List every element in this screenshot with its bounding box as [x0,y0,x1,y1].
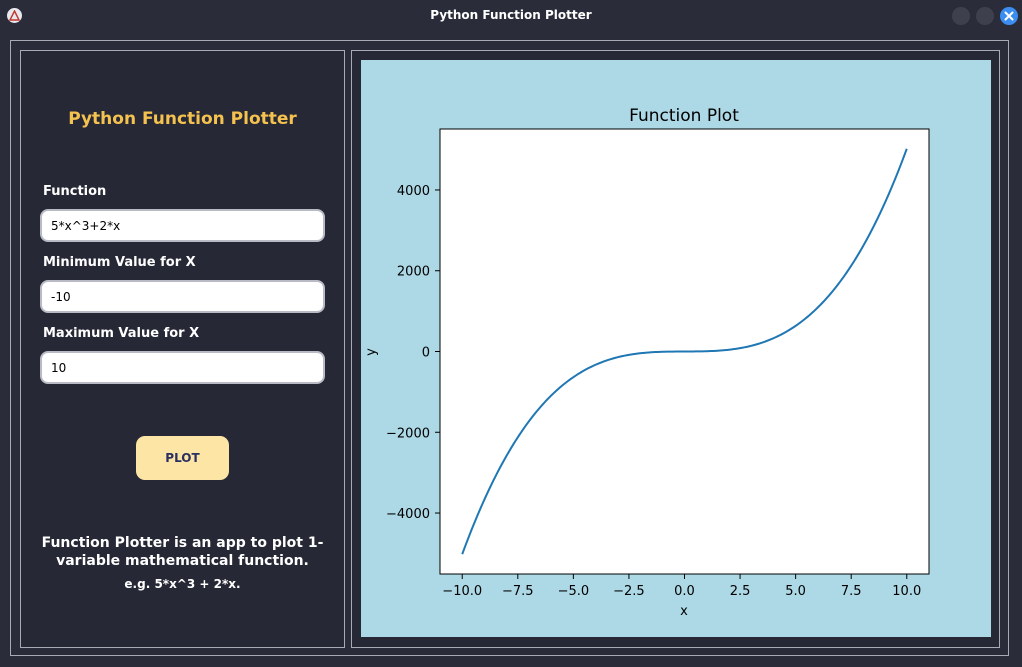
y-tick-label: 2000 [397,265,430,280]
x-tick-label: 2.5 [730,584,751,599]
x-tick-label: 0.0 [674,584,695,599]
panel-title: Python Function Plotter [68,109,297,129]
x-tick-label: −2.5 [613,584,645,599]
y-tick-label: 4000 [397,184,430,199]
chart-title: Function Plot [629,106,739,126]
y-tick-label: −2000 [386,426,430,441]
plot-canvas: Function Plot −10.0 −7.5 −5.0 −2.5 0.0 2.5 5.0… [361,60,991,637]
x-tick-label: 10.0 [892,584,921,599]
function-label: Function [43,184,107,199]
min-x-label: Minimum Value for X [43,255,196,270]
max-x-input[interactable] [40,351,325,384]
x-tick-label: 7.5 [841,584,862,599]
example-text: e.g. 5*x^3 + 2*x. [124,577,241,591]
plot-button[interactable]: PLOT [136,436,229,480]
window-title: Python Function Plotter [430,8,592,22]
app-description: Function Plotter is an app to plot 1-var… [41,535,324,569]
y-tick-label: 0 [422,346,430,361]
x-tick-label: −10.0 [442,584,482,599]
x-axis-label: x [680,604,688,619]
x-tick-label: 5.0 [785,584,806,599]
window-titlebar: Python Function Plotter [0,0,1022,32]
minimize-icon[interactable] [952,7,970,25]
close-icon[interactable] [1000,7,1018,25]
maximize-icon[interactable] [976,7,994,25]
max-x-label: Maximum Value for X [43,326,200,341]
x-tick-label: −5.0 [558,584,590,599]
function-input[interactable] [40,209,325,242]
x-tick-label: −7.5 [502,584,534,599]
function-chart: Function Plot −10.0 −7.5 −5.0 −2.5 0.0 2.5 5.0… [364,106,930,619]
y-tick-label: −4000 [386,507,430,522]
min-x-input[interactable] [40,280,325,313]
y-axis-label: y [364,348,379,356]
